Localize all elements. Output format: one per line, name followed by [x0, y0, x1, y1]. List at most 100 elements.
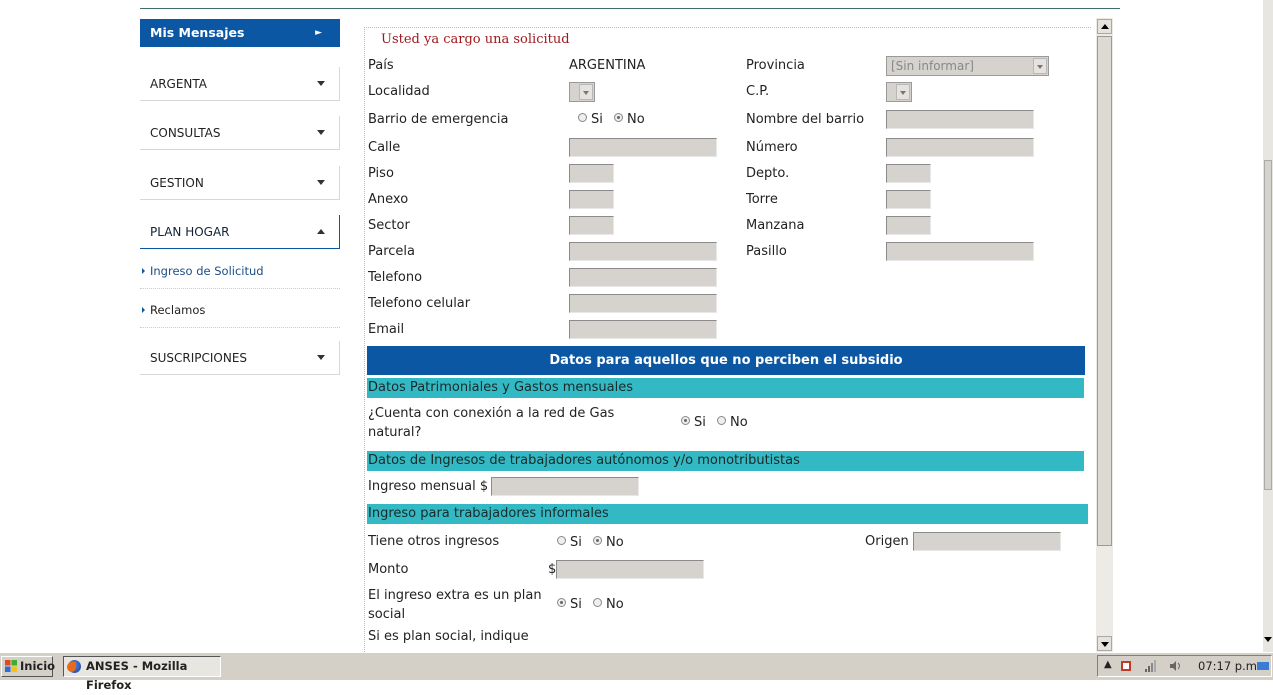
nombre-barrio-label: Nombre del barrio — [746, 112, 865, 127]
origen-input[interactable] — [913, 532, 1061, 551]
radio-label: No — [730, 415, 748, 430]
radio-selected-icon — [593, 536, 602, 545]
pasillo-label: Pasillo — [746, 244, 787, 259]
clock[interactable]: 07:17 p.m. — [1198, 659, 1261, 673]
sector-input[interactable] — [569, 216, 614, 235]
plan-si-radio[interactable]: Si — [557, 597, 582, 612]
display-icon[interactable] — [1256, 659, 1270, 673]
numero-label: Número — [746, 140, 798, 155]
chevron-down-icon — [1033, 58, 1047, 74]
menu-label: CONSULTAS — [150, 126, 221, 140]
plan-social-label: El ingreso extra es un plan social — [368, 588, 542, 622]
form-scrollbar[interactable] — [1096, 18, 1113, 652]
patrimoniales-header: Datos Patrimoniales y Gastos mensuales — [367, 378, 1084, 398]
radio-icon — [557, 536, 566, 545]
torre-input[interactable] — [886, 190, 931, 209]
parcela-input[interactable] — [569, 242, 717, 261]
autonomos-header: Datos de Ingresos de trabajadores autóno… — [367, 451, 1084, 471]
menu-consultas[interactable]: CONSULTAS — [140, 116, 340, 150]
submenu-label: Reclamos — [150, 303, 206, 317]
security-alert-icon[interactable] — [1120, 659, 1134, 673]
menu-plan-hogar[interactable]: PLAN HOGAR — [140, 215, 340, 249]
telefono-input[interactable] — [569, 268, 717, 287]
gas-si-radio[interactable]: Si — [681, 415, 706, 430]
menu-gestion[interactable]: GESTION — [140, 166, 340, 200]
provincia-label: Provincia — [746, 58, 805, 73]
scroll-down-icon[interactable] — [1264, 637, 1272, 642]
chevron-down-icon — [317, 81, 325, 86]
otros-si-radio[interactable]: Si — [557, 535, 582, 550]
calle-label: Calle — [368, 140, 401, 155]
anexo-input[interactable] — [569, 190, 614, 209]
menu-suscripciones[interactable]: SUSCRIPCIONES — [140, 341, 340, 375]
nombre-barrio-input[interactable] — [886, 110, 1034, 129]
piso-input[interactable] — [569, 164, 614, 183]
start-button[interactable]: Inicio — [1, 656, 55, 677]
radio-icon — [717, 416, 726, 425]
provincia-select-value: [Sin informar] — [891, 59, 974, 73]
menu-label: GESTION — [150, 176, 204, 190]
radio-label: Si — [591, 112, 603, 127]
celular-input[interactable] — [569, 294, 717, 313]
bullet-icon — [142, 307, 145, 313]
radio-label: No — [627, 112, 645, 127]
barrio-emergencia-label: Barrio de emergencia — [368, 112, 509, 127]
pais-value: ARGENTINA — [569, 58, 646, 73]
windows-logo-icon — [5, 660, 17, 672]
calle-input[interactable] — [569, 138, 717, 157]
monto-input[interactable] — [556, 560, 704, 579]
chevron-down-icon — [896, 84, 910, 100]
barrio-no-radio[interactable]: No — [614, 112, 645, 127]
scroll-thumb[interactable] — [1097, 36, 1112, 546]
otros-ingresos-label: Tiene otros ingresos — [368, 534, 500, 549]
taskbar: Inicio ANSES - Mozilla Firefox ▲ 07:17 p… — [0, 652, 1273, 692]
gas-label: ¿Cuenta con conexión a la red de Gas nat… — [368, 406, 615, 440]
radio-icon — [578, 113, 587, 122]
window-scroll-thumb[interactable] — [1264, 160, 1272, 490]
volume-icon[interactable] — [1168, 659, 1182, 673]
localidad-select[interactable] — [569, 82, 595, 102]
scroll-up-icon[interactable] — [1097, 19, 1112, 34]
manzana-input[interactable] — [886, 216, 931, 235]
pasillo-input[interactable] — [886, 242, 1034, 261]
chevron-down-icon — [317, 180, 325, 185]
show-hidden-icons-icon[interactable]: ▲ — [1104, 659, 1112, 670]
otros-no-radio[interactable]: No — [593, 535, 624, 550]
ingreso-mensual-label: Ingreso mensual $ — [368, 479, 489, 494]
piso-label: Piso — [368, 166, 394, 181]
firefox-icon — [67, 660, 81, 673]
email-input[interactable] — [569, 320, 717, 339]
section-header: Datos para aquellos que no perciben el s… — [367, 346, 1085, 375]
monto-label: Monto — [368, 562, 409, 577]
telefono-label: Telefono — [368, 270, 423, 285]
chevron-up-icon — [317, 229, 325, 234]
radio-label: No — [606, 597, 624, 612]
numero-input[interactable] — [886, 138, 1034, 157]
radio-selected-icon — [681, 416, 690, 425]
radio-label: Si — [694, 415, 706, 430]
submenu-ingreso-solicitud[interactable]: Ingreso de Solicitud — [140, 253, 340, 289]
gas-no-radio[interactable]: No — [717, 415, 748, 430]
taskbar-window-firefox[interactable]: ANSES - Mozilla Firefox — [63, 656, 221, 692]
bullet-icon — [142, 268, 145, 274]
menu-label: PLAN HOGAR — [150, 225, 230, 239]
cp-label: C.P. — [746, 84, 770, 99]
system-tray: ▲ 07:17 p.m. — [1097, 655, 1272, 677]
depto-input[interactable] — [886, 164, 931, 183]
scroll-down-icon[interactable] — [1097, 636, 1112, 651]
torre-label: Torre — [746, 192, 778, 207]
menu-label: ARGENTA — [150, 77, 208, 91]
submenu-reclamos[interactable]: Reclamos — [140, 292, 340, 328]
radio-label: No — [606, 535, 624, 550]
provincia-select[interactable]: [Sin informar] — [886, 56, 1049, 76]
window-scrollbar[interactable] — [1263, 0, 1273, 652]
plan-no-radio[interactable]: No — [593, 597, 624, 612]
cp-select[interactable] — [886, 82, 912, 102]
mis-mensajes-button[interactable]: Mis Mensajes ► — [140, 19, 340, 47]
network-signal-icon[interactable] — [1144, 659, 1158, 673]
menu-argenta[interactable]: ARGENTA — [140, 67, 340, 101]
ingreso-mensual-input[interactable] — [491, 477, 639, 496]
barrio-si-radio[interactable]: Si — [578, 112, 603, 127]
submenu-label: Ingreso de Solicitud — [150, 264, 264, 278]
sector-label: Sector — [368, 218, 410, 233]
